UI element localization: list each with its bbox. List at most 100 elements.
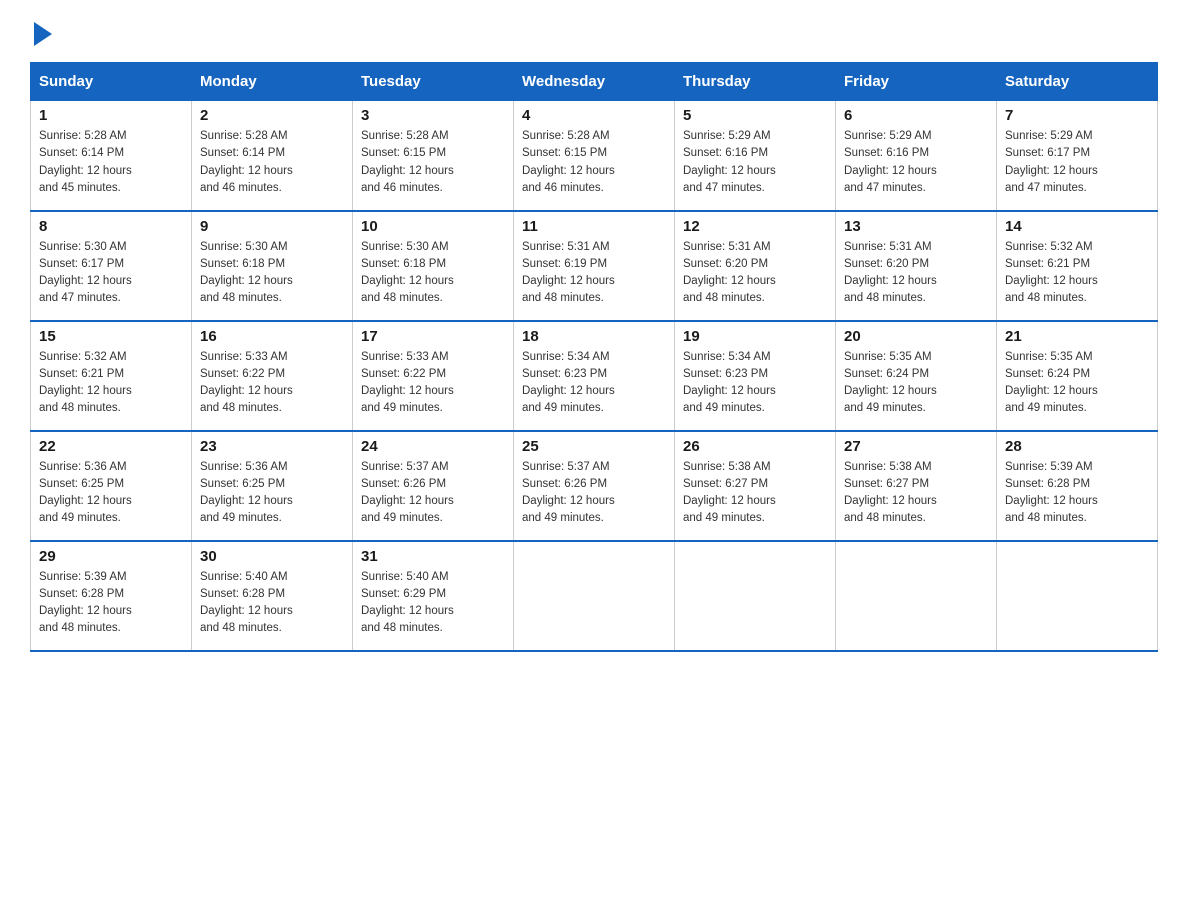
calendar-header-row: SundayMondayTuesdayWednesdayThursdayFrid… [31, 63, 1158, 101]
day-number: 12 [683, 218, 827, 235]
day-number: 24 [361, 438, 505, 455]
calendar-week-row: 8 Sunrise: 5:30 AM Sunset: 6:17 PM Dayli… [31, 211, 1158, 321]
day-info: Sunrise: 5:28 AM Sunset: 6:15 PM Dayligh… [522, 128, 666, 197]
day-number: 18 [522, 328, 666, 345]
day-number: 19 [683, 328, 827, 345]
calendar-day-cell: 23 Sunrise: 5:36 AM Sunset: 6:25 PM Dayl… [192, 431, 353, 541]
day-number: 5 [683, 107, 827, 124]
day-number: 26 [683, 438, 827, 455]
calendar-day-cell: 26 Sunrise: 5:38 AM Sunset: 6:27 PM Dayl… [675, 431, 836, 541]
day-info: Sunrise: 5:31 AM Sunset: 6:20 PM Dayligh… [844, 239, 988, 308]
calendar-week-row: 1 Sunrise: 5:28 AM Sunset: 6:14 PM Dayli… [31, 101, 1158, 211]
calendar-day-cell: 9 Sunrise: 5:30 AM Sunset: 6:18 PM Dayli… [192, 211, 353, 321]
day-number: 10 [361, 218, 505, 235]
day-number: 16 [200, 328, 344, 345]
calendar-day-cell [675, 541, 836, 651]
day-info: Sunrise: 5:39 AM Sunset: 6:28 PM Dayligh… [39, 569, 183, 638]
page-header [30, 20, 1158, 42]
day-info: Sunrise: 5:28 AM Sunset: 6:14 PM Dayligh… [39, 128, 183, 197]
logo [30, 20, 52, 42]
calendar-week-row: 15 Sunrise: 5:32 AM Sunset: 6:21 PM Dayl… [31, 321, 1158, 431]
column-header-tuesday: Tuesday [353, 63, 514, 101]
calendar-day-cell: 7 Sunrise: 5:29 AM Sunset: 6:17 PM Dayli… [997, 101, 1158, 211]
day-info: Sunrise: 5:28 AM Sunset: 6:15 PM Dayligh… [361, 128, 505, 197]
day-info: Sunrise: 5:33 AM Sunset: 6:22 PM Dayligh… [361, 349, 505, 418]
calendar-week-row: 29 Sunrise: 5:39 AM Sunset: 6:28 PM Dayl… [31, 541, 1158, 651]
day-info: Sunrise: 5:36 AM Sunset: 6:25 PM Dayligh… [39, 459, 183, 528]
day-info: Sunrise: 5:36 AM Sunset: 6:25 PM Dayligh… [200, 459, 344, 528]
day-number: 28 [1005, 438, 1149, 455]
day-info: Sunrise: 5:34 AM Sunset: 6:23 PM Dayligh… [683, 349, 827, 418]
day-number: 1 [39, 107, 183, 124]
day-info: Sunrise: 5:38 AM Sunset: 6:27 PM Dayligh… [844, 459, 988, 528]
day-number: 25 [522, 438, 666, 455]
day-number: 6 [844, 107, 988, 124]
day-info: Sunrise: 5:39 AM Sunset: 6:28 PM Dayligh… [1005, 459, 1149, 528]
column-header-thursday: Thursday [675, 63, 836, 101]
calendar-day-cell: 3 Sunrise: 5:28 AM Sunset: 6:15 PM Dayli… [353, 101, 514, 211]
day-number: 27 [844, 438, 988, 455]
day-info: Sunrise: 5:37 AM Sunset: 6:26 PM Dayligh… [361, 459, 505, 528]
calendar-day-cell: 22 Sunrise: 5:36 AM Sunset: 6:25 PM Dayl… [31, 431, 192, 541]
column-header-sunday: Sunday [31, 63, 192, 101]
day-number: 23 [200, 438, 344, 455]
calendar-day-cell: 14 Sunrise: 5:32 AM Sunset: 6:21 PM Dayl… [997, 211, 1158, 321]
day-number: 22 [39, 438, 183, 455]
calendar-day-cell: 18 Sunrise: 5:34 AM Sunset: 6:23 PM Dayl… [514, 321, 675, 431]
calendar-day-cell: 1 Sunrise: 5:28 AM Sunset: 6:14 PM Dayli… [31, 101, 192, 211]
day-info: Sunrise: 5:35 AM Sunset: 6:24 PM Dayligh… [1005, 349, 1149, 418]
day-info: Sunrise: 5:33 AM Sunset: 6:22 PM Dayligh… [200, 349, 344, 418]
column-header-saturday: Saturday [997, 63, 1158, 101]
column-header-friday: Friday [836, 63, 997, 101]
day-info: Sunrise: 5:38 AM Sunset: 6:27 PM Dayligh… [683, 459, 827, 528]
calendar-day-cell: 5 Sunrise: 5:29 AM Sunset: 6:16 PM Dayli… [675, 101, 836, 211]
column-header-monday: Monday [192, 63, 353, 101]
day-number: 9 [200, 218, 344, 235]
day-number: 20 [844, 328, 988, 345]
day-number: 30 [200, 548, 344, 565]
logo-arrow-icon [34, 22, 52, 46]
day-info: Sunrise: 5:37 AM Sunset: 6:26 PM Dayligh… [522, 459, 666, 528]
calendar-day-cell: 13 Sunrise: 5:31 AM Sunset: 6:20 PM Dayl… [836, 211, 997, 321]
column-header-wednesday: Wednesday [514, 63, 675, 101]
day-number: 8 [39, 218, 183, 235]
day-number: 31 [361, 548, 505, 565]
day-info: Sunrise: 5:32 AM Sunset: 6:21 PM Dayligh… [39, 349, 183, 418]
day-info: Sunrise: 5:30 AM Sunset: 6:17 PM Dayligh… [39, 239, 183, 308]
calendar-day-cell: 27 Sunrise: 5:38 AM Sunset: 6:27 PM Dayl… [836, 431, 997, 541]
day-info: Sunrise: 5:31 AM Sunset: 6:20 PM Dayligh… [683, 239, 827, 308]
calendar-day-cell: 30 Sunrise: 5:40 AM Sunset: 6:28 PM Dayl… [192, 541, 353, 651]
calendar-day-cell: 28 Sunrise: 5:39 AM Sunset: 6:28 PM Dayl… [997, 431, 1158, 541]
day-info: Sunrise: 5:30 AM Sunset: 6:18 PM Dayligh… [361, 239, 505, 308]
calendar-day-cell: 24 Sunrise: 5:37 AM Sunset: 6:26 PM Dayl… [353, 431, 514, 541]
calendar-day-cell: 15 Sunrise: 5:32 AM Sunset: 6:21 PM Dayl… [31, 321, 192, 431]
calendar-day-cell [514, 541, 675, 651]
calendar-day-cell: 17 Sunrise: 5:33 AM Sunset: 6:22 PM Dayl… [353, 321, 514, 431]
day-info: Sunrise: 5:40 AM Sunset: 6:29 PM Dayligh… [361, 569, 505, 638]
day-info: Sunrise: 5:35 AM Sunset: 6:24 PM Dayligh… [844, 349, 988, 418]
logo-top [30, 20, 52, 46]
day-number: 29 [39, 548, 183, 565]
calendar-day-cell: 25 Sunrise: 5:37 AM Sunset: 6:26 PM Dayl… [514, 431, 675, 541]
day-number: 21 [1005, 328, 1149, 345]
calendar-day-cell [997, 541, 1158, 651]
calendar-day-cell [836, 541, 997, 651]
day-info: Sunrise: 5:32 AM Sunset: 6:21 PM Dayligh… [1005, 239, 1149, 308]
day-number: 4 [522, 107, 666, 124]
calendar-day-cell: 10 Sunrise: 5:30 AM Sunset: 6:18 PM Dayl… [353, 211, 514, 321]
calendar-day-cell: 19 Sunrise: 5:34 AM Sunset: 6:23 PM Dayl… [675, 321, 836, 431]
day-info: Sunrise: 5:29 AM Sunset: 6:16 PM Dayligh… [844, 128, 988, 197]
calendar-week-row: 22 Sunrise: 5:36 AM Sunset: 6:25 PM Dayl… [31, 431, 1158, 541]
day-number: 17 [361, 328, 505, 345]
calendar-day-cell: 29 Sunrise: 5:39 AM Sunset: 6:28 PM Dayl… [31, 541, 192, 651]
day-info: Sunrise: 5:28 AM Sunset: 6:14 PM Dayligh… [200, 128, 344, 197]
calendar-day-cell: 20 Sunrise: 5:35 AM Sunset: 6:24 PM Dayl… [836, 321, 997, 431]
calendar-day-cell: 12 Sunrise: 5:31 AM Sunset: 6:20 PM Dayl… [675, 211, 836, 321]
day-info: Sunrise: 5:30 AM Sunset: 6:18 PM Dayligh… [200, 239, 344, 308]
day-info: Sunrise: 5:31 AM Sunset: 6:19 PM Dayligh… [522, 239, 666, 308]
day-number: 3 [361, 107, 505, 124]
day-number: 14 [1005, 218, 1149, 235]
calendar-day-cell: 11 Sunrise: 5:31 AM Sunset: 6:19 PM Dayl… [514, 211, 675, 321]
calendar-day-cell: 8 Sunrise: 5:30 AM Sunset: 6:17 PM Dayli… [31, 211, 192, 321]
day-number: 13 [844, 218, 988, 235]
